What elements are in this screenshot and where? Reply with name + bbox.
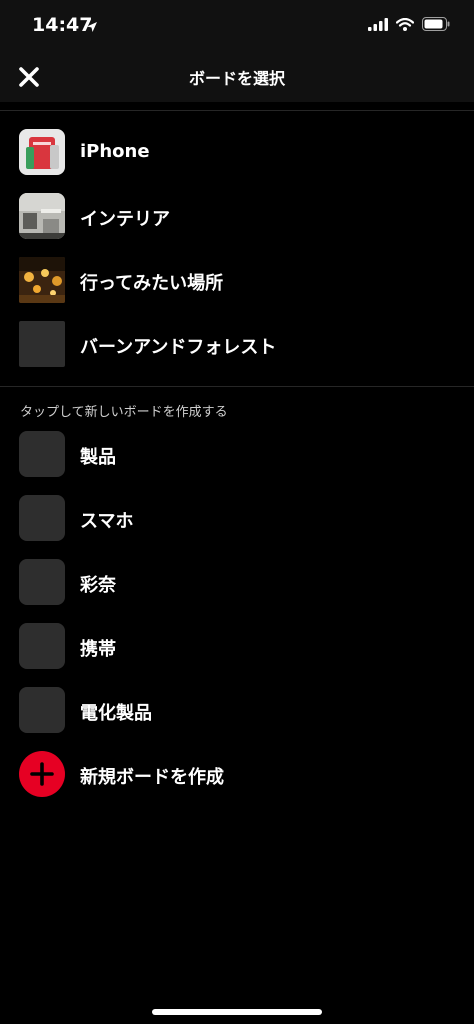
board-row-iphone[interactable]: iPhone (0, 123, 474, 181)
home-indicator (152, 1009, 322, 1015)
board-label: バーンアンドフォレスト (80, 337, 277, 358)
status-icons (368, 16, 450, 35)
suggestion-row-mobile[interactable]: 携帯 (0, 617, 474, 675)
board-placeholder (19, 495, 65, 541)
board-row-places[interactable]: 行ってみたい場所 (0, 251, 474, 309)
board-thumbnail (19, 321, 65, 367)
board-row-barn-forest[interactable]: バーンアンドフォレスト (0, 315, 474, 373)
create-board-button[interactable]: 新規ボードを作成 (0, 745, 474, 803)
divider (0, 110, 474, 111)
suggestions-heading: タップして新しいボードを作成する (20, 405, 228, 420)
board-placeholder (19, 431, 65, 477)
status-time: 14:47 (32, 14, 93, 36)
board-thumbnail (19, 129, 65, 175)
plus-icon (19, 751, 65, 797)
status-bar: 14:47 (0, 0, 474, 50)
board-label: iPhone (80, 141, 150, 162)
board-placeholder (19, 623, 65, 669)
create-board-label: 新規ボードを作成 (80, 767, 224, 788)
suggestion-label: 製品 (80, 447, 116, 468)
battery-icon (422, 16, 450, 35)
board-label: インテリア (80, 209, 170, 230)
board-row-interior[interactable]: インテリア (0, 187, 474, 245)
suggestion-label: 電化製品 (80, 703, 152, 724)
suggestion-row-ayana[interactable]: 彩奈 (0, 553, 474, 611)
location-arrow-icon (86, 18, 98, 37)
divider (0, 386, 474, 387)
board-thumbnail (19, 193, 65, 239)
suggestion-label: 携帯 (80, 639, 116, 660)
cellular-signal-icon (368, 16, 388, 35)
suggestion-label: 彩奈 (80, 575, 116, 596)
header: ボードを選択 (0, 50, 474, 102)
board-placeholder (19, 559, 65, 605)
suggestion-row-electronics[interactable]: 電化製品 (0, 681, 474, 739)
board-label: 行ってみたい場所 (80, 273, 224, 294)
board-placeholder (19, 687, 65, 733)
board-thumbnail (19, 257, 65, 303)
wifi-icon (395, 16, 415, 35)
suggestion-row-smartphone[interactable]: スマホ (0, 489, 474, 547)
suggestion-row-products[interactable]: 製品 (0, 425, 474, 483)
suggestion-label: スマホ (80, 511, 134, 532)
page-title: ボードを選択 (188, 69, 285, 88)
